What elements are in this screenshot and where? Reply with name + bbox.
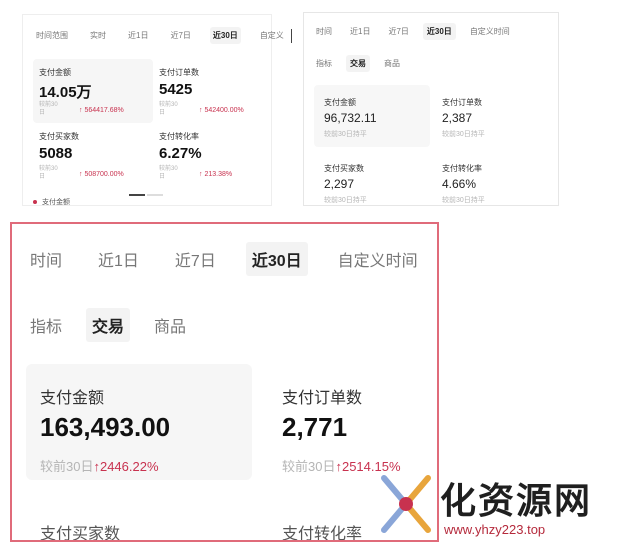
tab-products[interactable]: 商品 <box>380 55 404 72</box>
metric-change: ↑ 508700.00% <box>79 171 124 178</box>
tab-custom-time[interactable]: 自定义时间 <box>332 242 424 276</box>
time-range-tabs: 时间 近1日 近7日 近30日 自定义时间 <box>312 23 524 40</box>
metric-label: 支付金额 <box>39 68 71 77</box>
tab-time: 时间 <box>316 27 332 36</box>
tab-trade[interactable]: 交易 <box>346 55 370 72</box>
metric-compare: 较前30日 <box>39 166 58 180</box>
tab-30-days[interactable]: 近30日 <box>245 242 308 276</box>
metric-value: 5425 <box>159 81 193 98</box>
metric-value: 163,493.00 <box>40 412 171 442</box>
chart-legend: 支付金额 <box>33 197 70 207</box>
metric-card-pay-amount[interactable]: 支付金额 14.05万 较前30日 ↑ 564417.68% <box>33 59 153 123</box>
carousel-indicator[interactable] <box>129 183 163 201</box>
metric-label: 支付转化率 <box>442 164 482 173</box>
category-tabs: 指标 交易 商品 <box>24 308 210 342</box>
metric-compare: 较前30日 <box>159 102 178 116</box>
tab-7-days[interactable]: 近7日 <box>169 242 222 276</box>
metric-compare: 较前30日 <box>159 166 178 180</box>
tab-trade[interactable]: 交易 <box>86 308 131 342</box>
metric-change: ↑ 564417.68% <box>79 107 124 114</box>
legend-label: 支付金额 <box>42 199 70 206</box>
metric-card-order-count[interactable]: 支付订单数 2,771 较前30日↑2514.15% <box>268 364 437 480</box>
metric-label: 支付金额 <box>40 390 105 407</box>
metric-value: 2,387 <box>442 111 473 125</box>
metric-card-pay-amount[interactable]: 支付金额 163,493.00 较前30日↑2446.22% <box>26 364 252 480</box>
metric-label: 支付订单数 <box>442 98 482 107</box>
metric-card-buyer-count[interactable]: 支付买家数 5088 较前30日 ↑ 508700.00% <box>33 123 153 187</box>
tab-30-days[interactable]: 近30日 <box>209 27 241 44</box>
metric-card-conversion-rate[interactable]: 支付转化率 6.27% 较前30日 ↑ 213.38% <box>153 123 269 187</box>
tab-time-range: 时间范围 <box>36 31 68 40</box>
text-cursor <box>290 28 292 43</box>
metric-change: ↑ 542400.00% <box>199 107 244 114</box>
tab-realtime[interactable]: 实时 <box>87 27 109 44</box>
tab-1-day[interactable]: 近1日 <box>125 27 151 44</box>
tab-7-days[interactable]: 近7日 <box>167 27 193 44</box>
metric-compare: 较前30日↑2446.22% <box>40 456 159 475</box>
metric-label-conversion-rate: 支付转化率 <box>282 526 363 542</box>
time-range-tabs: 时间 近1日 近7日 近30日 自定义时间 <box>24 242 437 276</box>
metric-compare: 较前30日持平 <box>442 131 485 138</box>
metric-label: 支付金额 <box>324 98 356 107</box>
metric-value: 96,732.11 <box>324 111 377 125</box>
overview-panel-medium: 时间 近1日 近7日 近30日 自定义时间 指标 交易 商品 支付金额 96,7… <box>303 12 559 206</box>
metric-label: 支付订单数 <box>282 390 363 407</box>
watermark-text: 化资源网 <box>440 480 593 522</box>
watermark-url: www.yhzy223.top <box>444 522 546 537</box>
metric-label-buyer-count: 支付买家数 <box>40 526 121 542</box>
tab-products[interactable]: 商品 <box>148 308 192 342</box>
metric-compare-text: 较前30日 <box>282 459 336 474</box>
carousel-dot-active[interactable] <box>129 194 145 196</box>
metric-label: 支付订单数 <box>159 68 199 77</box>
metric-value: 4.66% <box>442 177 477 191</box>
tab-30-days[interactable]: 近30日 <box>422 23 456 40</box>
tab-7-days[interactable]: 近7日 <box>384 23 412 40</box>
metric-card-pay-amount[interactable]: 支付金额 96,732.11 较前30日持平 <box>314 85 430 147</box>
overview-panel-small: 时间范围 实时 近1日 近7日 近30日 自定义 支付金额 14.05万 较前3… <box>22 14 292 207</box>
metric-compare: 较前30日持平 <box>442 197 485 204</box>
metric-value: 2,771 <box>282 412 348 442</box>
tab-1-day[interactable]: 近1日 <box>346 23 374 40</box>
legend-dot-icon <box>33 200 37 205</box>
tab-custom-time[interactable]: 自定义时间 <box>466 23 514 40</box>
metric-label: 支付转化率 <box>159 132 199 141</box>
metric-compare: 较前30日 <box>39 102 58 116</box>
metric-label: 支付买家数 <box>324 164 364 173</box>
metric-compare-text: 较前30日 <box>40 459 94 474</box>
metric-value: 2,297 <box>324 177 355 191</box>
tab-metrics: 指标 <box>316 59 332 68</box>
metric-value: 5088 <box>39 145 73 162</box>
category-tabs: 指标 交易 商品 <box>312 55 414 72</box>
time-range-tabs: 时间范围 实时 近1日 近7日 近30日 自定义 <box>33 27 292 44</box>
carousel-dot[interactable] <box>147 194 163 196</box>
tab-metrics: 指标 <box>30 319 63 336</box>
metric-label: 支付买家数 <box>39 132 79 141</box>
metric-card-order-count[interactable]: 支付订单数 2,387 较前30日持平 <box>432 85 552 147</box>
metric-card-buyer-count[interactable]: 支付买家数 2,297 较前30日持平 <box>314 151 430 207</box>
metric-compare: 较前30日持平 <box>324 131 367 138</box>
tab-1-day[interactable]: 近1日 <box>92 242 145 276</box>
watermark: 化资源网 www.yhzy223.top <box>374 466 634 544</box>
metric-change: ↑2446.22% <box>93 459 159 474</box>
metric-value: 14.05万 <box>39 84 92 101</box>
metric-compare: 较前30日持平 <box>324 197 367 204</box>
tab-custom[interactable]: 自定义 <box>257 27 287 44</box>
metric-value: 6.27% <box>159 145 202 162</box>
metric-card-order-count[interactable]: 支付订单数 5425 较前30日 ↑ 542400.00% <box>153 59 269 123</box>
metric-change: ↑ 213.38% <box>199 171 233 178</box>
watermark-logo-icon <box>381 475 431 533</box>
tab-time: 时间 <box>30 253 63 270</box>
metric-card-conversion-rate[interactable]: 支付转化率 4.66% 较前30日持平 <box>432 151 552 207</box>
